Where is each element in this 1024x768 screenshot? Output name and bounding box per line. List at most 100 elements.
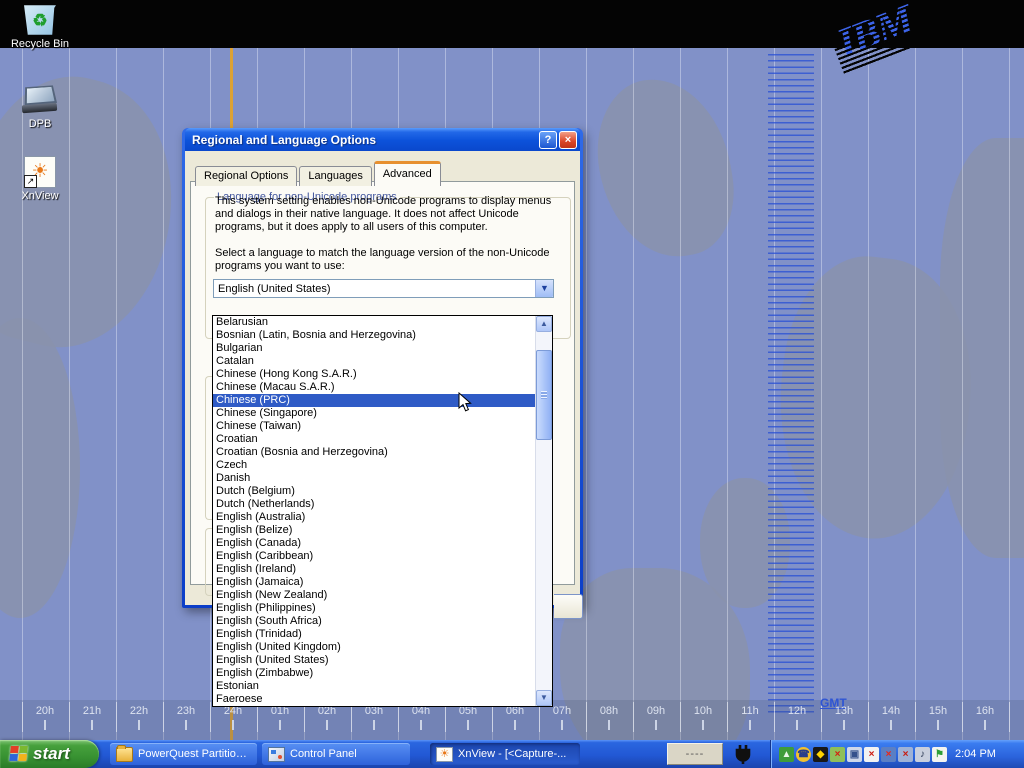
system-tray: ▲☎◆×▣×××♪⚑ 2:04 PM xyxy=(770,740,1024,768)
language-option[interactable]: English (Zimbabwe) xyxy=(213,667,535,680)
language-option[interactable]: English (New Zealand) xyxy=(213,589,535,602)
language-option[interactable]: Chinese (Macau S.A.R.) xyxy=(213,381,535,394)
volume-icon[interactable]: ♪ xyxy=(915,747,930,762)
language-option[interactable]: English (United Kingdom) xyxy=(213,641,535,654)
language-option[interactable]: Chinese (PRC) xyxy=(213,394,535,407)
language-option[interactable]: Catalan xyxy=(213,355,535,368)
language-option[interactable]: Croatian xyxy=(213,433,535,446)
scrollbar-thumb[interactable] xyxy=(536,350,552,440)
scroll-up-icon[interactable]: ▲ xyxy=(536,316,552,332)
language-option[interactable]: English (South Africa) xyxy=(213,615,535,628)
hour-tick xyxy=(44,720,46,730)
connection-error-icon[interactable]: × xyxy=(881,747,896,762)
dialog-title: Regional and Language Options xyxy=(192,133,537,147)
chevron-down-icon[interactable]: ▼ xyxy=(535,280,553,297)
taskbar-task-powerquest[interactable]: PowerQuest Partition... xyxy=(110,743,257,765)
tab-languages[interactable]: Languages xyxy=(299,166,371,186)
hour-label: 10h xyxy=(681,705,725,717)
language-option[interactable]: Dutch (Netherlands) xyxy=(213,498,535,511)
phone-icon[interactable]: ☎ xyxy=(796,747,811,762)
language-option[interactable]: English (Philippines) xyxy=(213,602,535,615)
language-option[interactable]: English (Trinidad) xyxy=(213,628,535,641)
dialog-titlebar[interactable]: Regional and Language Options ? × xyxy=(185,128,580,151)
hour-tick xyxy=(749,720,751,730)
removable-device-icon[interactable]: ▲ xyxy=(779,747,794,762)
language-option[interactable]: Belarusian xyxy=(213,316,535,329)
language-option[interactable]: Chinese (Taiwan) xyxy=(213,420,535,433)
hour-label: 21h xyxy=(70,705,114,717)
power-plug-icon xyxy=(733,743,755,765)
tab-regional-options[interactable]: Regional Options xyxy=(195,166,297,186)
hour-tick xyxy=(279,720,281,730)
task-label: PowerQuest Partition... xyxy=(138,748,251,760)
language-option[interactable]: English (Canada) xyxy=(213,537,535,550)
groupbox-description: This system setting enables non-Unicode … xyxy=(215,195,560,234)
taskbar-clock[interactable]: 2:04 PM xyxy=(955,748,996,760)
language-option[interactable]: English (Jamaica) xyxy=(213,576,535,589)
signal-error-icon[interactable]: × xyxy=(864,747,879,762)
hour-tick xyxy=(185,720,187,730)
language-option[interactable]: Croatian (Bosnia and Herzegovina) xyxy=(213,446,535,459)
desktop-icon-recycle-bin[interactable]: ♻ Recycle Bin xyxy=(4,4,76,50)
icon-label: Recycle Bin xyxy=(4,38,76,50)
taskbar: start PowerQuest Partition... Control Pa… xyxy=(0,740,1024,768)
language-option[interactable]: Dutch (Belgium) xyxy=(213,485,535,498)
tab-advanced[interactable]: Advanced xyxy=(374,161,441,186)
desktop-icon-dpb[interactable]: DPB xyxy=(4,82,76,130)
language-option[interactable]: English (Caribbean) xyxy=(213,550,535,563)
language-option[interactable]: Bosnian (Latin, Bosnia and Herzegovina) xyxy=(213,329,535,342)
apply-button-fragment[interactable] xyxy=(554,594,583,619)
hour-tick xyxy=(937,720,939,730)
hour-tick xyxy=(373,720,375,730)
close-button[interactable]: × xyxy=(559,131,577,149)
desktop-icon-xnview[interactable]: ☀↗ XnView xyxy=(4,156,76,202)
hour-label: 14h xyxy=(869,705,913,717)
shortcut-arrow-icon: ↗ xyxy=(24,175,37,188)
language-option[interactable]: Chinese (Hong Kong S.A.R.) xyxy=(213,368,535,381)
xnview-icon: ☀↗ xyxy=(24,156,56,188)
help-button[interactable]: ? xyxy=(539,131,557,149)
display-error-icon[interactable]: × xyxy=(898,747,913,762)
control-panel-icon xyxy=(268,747,285,762)
desk-band[interactable]: ---- xyxy=(667,743,723,765)
status-error-icon[interactable]: × xyxy=(830,747,845,762)
folder-icon xyxy=(116,747,133,762)
language-option[interactable]: Bulgarian xyxy=(213,342,535,355)
hour-tick xyxy=(796,720,798,730)
hour-tick xyxy=(420,720,422,730)
scroll-down-icon[interactable]: ▼ xyxy=(536,690,552,706)
flag-icon[interactable]: ⚑ xyxy=(932,747,947,762)
hour-label: 23h xyxy=(164,705,208,717)
tab-strip: Regional Options Languages Advanced xyxy=(195,161,443,186)
language-combobox[interactable]: English (United States) ▼ xyxy=(213,279,554,298)
recycle-bin-icon: ♻ xyxy=(23,4,57,36)
start-button[interactable]: start xyxy=(0,740,99,768)
language-option[interactable]: Czech xyxy=(213,459,535,472)
language-options: BelarusianBosnian (Latin, Bosnia and Her… xyxy=(213,316,535,706)
taskbar-task-xnview[interactable]: ☀ XnView - [<Capture-... xyxy=(430,743,580,765)
language-option[interactable]: Estonian xyxy=(213,680,535,693)
mail-alert-icon[interactable]: ◆ xyxy=(813,747,828,762)
language-dropdown-list: BelarusianBosnian (Latin, Bosnia and Her… xyxy=(212,315,553,707)
language-option[interactable]: English (Ireland) xyxy=(213,563,535,576)
hour-label: 11h xyxy=(728,705,772,717)
language-option[interactable]: Faeroese xyxy=(213,693,535,706)
language-option[interactable]: English (Australia) xyxy=(213,511,535,524)
scrollbar[interactable]: ▲ ▼ xyxy=(535,316,552,706)
groupbox-instruction: Select a language to match the language … xyxy=(215,247,560,273)
hour-tick xyxy=(91,720,93,730)
language-option[interactable]: Chinese (Singapore) xyxy=(213,407,535,420)
taskbar-task-control-panel[interactable]: Control Panel xyxy=(262,743,410,765)
hour-tick xyxy=(232,720,234,730)
language-option[interactable]: Danish xyxy=(213,472,535,485)
hour-label: 13h xyxy=(822,705,866,717)
language-option[interactable]: English (Belize) xyxy=(213,524,535,537)
hour-tick xyxy=(655,720,657,730)
network-icon[interactable]: ▣ xyxy=(847,747,862,762)
hour-tick xyxy=(843,720,845,730)
hour-label: 20h xyxy=(23,705,67,717)
hour-tick xyxy=(514,720,516,730)
language-option[interactable]: English (United States) xyxy=(213,654,535,667)
hour-tick xyxy=(984,720,986,730)
icon-label: DPB xyxy=(4,118,76,130)
